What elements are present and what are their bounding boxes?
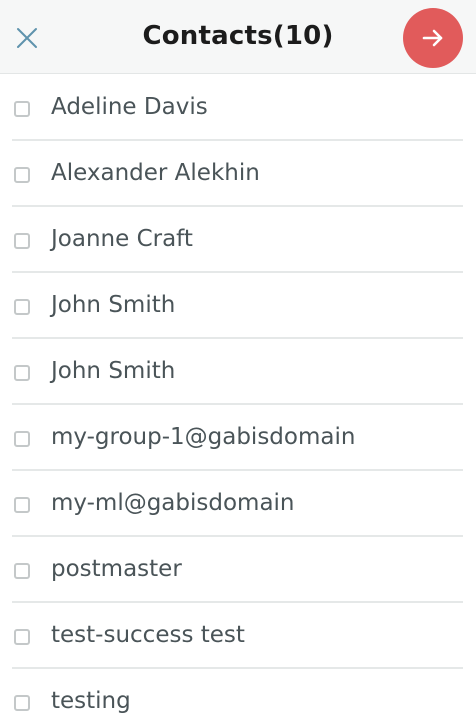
contact-row[interactable]: my-group-1@gabisdomain bbox=[0, 405, 476, 471]
header-bar: Contacts(10) bbox=[0, 0, 476, 74]
contact-row[interactable]: John Smith bbox=[0, 273, 476, 339]
contact-name: John Smith bbox=[51, 358, 176, 384]
contact-checkbox[interactable] bbox=[14, 431, 30, 447]
contact-name: testing bbox=[51, 688, 131, 714]
contact-row[interactable]: Adeline Davis bbox=[0, 75, 476, 141]
contact-checkbox[interactable] bbox=[14, 167, 30, 183]
contact-name: test-success test bbox=[51, 622, 245, 648]
next-button[interactable] bbox=[403, 8, 463, 68]
contact-name: Alexander Alekhin bbox=[51, 160, 260, 186]
contact-row[interactable]: postmaster bbox=[0, 537, 476, 603]
contacts-screen: Contacts(10) Adeline Davis Alexander Ale… bbox=[0, 0, 476, 725]
contact-checkbox[interactable] bbox=[14, 497, 30, 513]
contact-name: Joanne Craft bbox=[51, 226, 193, 252]
contact-checkbox[interactable] bbox=[14, 299, 30, 315]
contact-name: my-group-1@gabisdomain bbox=[51, 424, 356, 450]
contact-checkbox[interactable] bbox=[14, 101, 30, 117]
contact-row[interactable]: my-ml@gabisdomain bbox=[0, 471, 476, 537]
arrow-right-icon bbox=[422, 29, 443, 47]
contact-row[interactable]: testing bbox=[0, 669, 476, 725]
contact-checkbox[interactable] bbox=[14, 365, 30, 381]
contact-name: John Smith bbox=[51, 292, 176, 318]
contact-name: postmaster bbox=[51, 556, 182, 582]
contact-checkbox[interactable] bbox=[14, 233, 30, 249]
contact-row[interactable]: Alexander Alekhin bbox=[0, 141, 476, 207]
contact-checkbox[interactable] bbox=[14, 629, 30, 645]
contact-row[interactable]: Joanne Craft bbox=[0, 207, 476, 273]
contact-list: Adeline Davis Alexander Alekhin Joanne C… bbox=[0, 75, 476, 725]
contact-row[interactable]: John Smith bbox=[0, 339, 476, 405]
contact-name: Adeline Davis bbox=[51, 94, 208, 120]
contact-row[interactable]: test-success test bbox=[0, 603, 476, 669]
contact-checkbox[interactable] bbox=[14, 563, 30, 579]
contact-checkbox[interactable] bbox=[14, 695, 30, 711]
contact-name: my-ml@gabisdomain bbox=[51, 490, 295, 516]
